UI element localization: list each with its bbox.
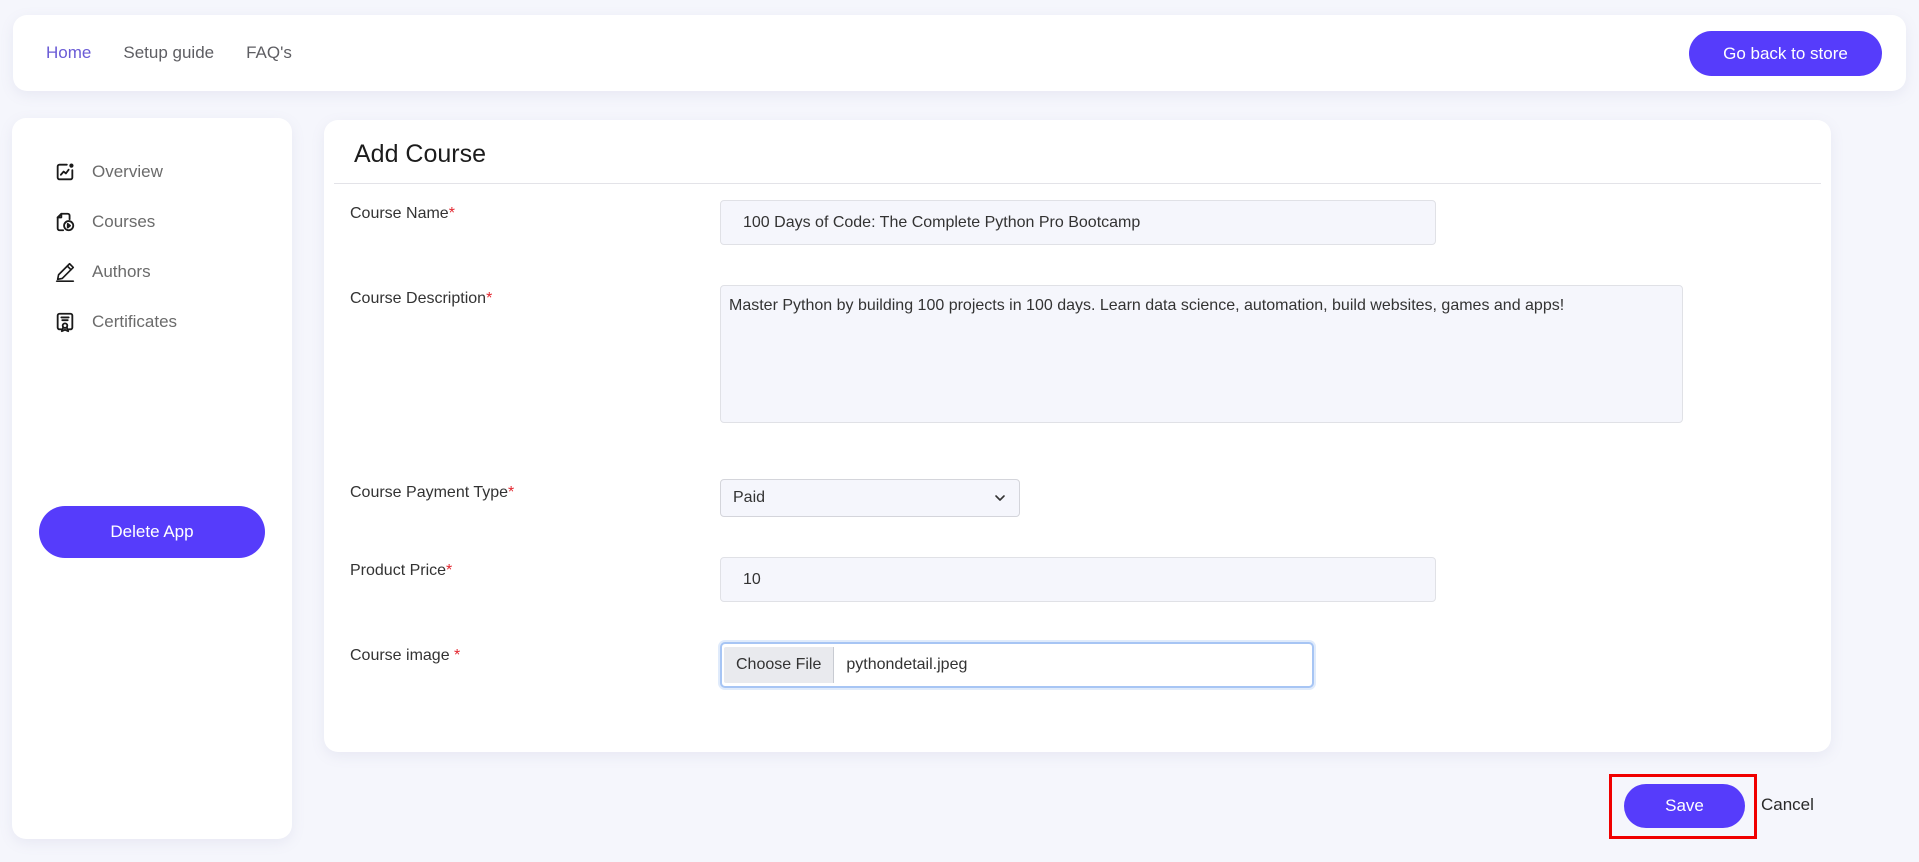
course-file-play-icon xyxy=(56,212,75,232)
sidebar-item-label: Courses xyxy=(92,212,156,231)
required-mark: * xyxy=(454,647,461,664)
selected-file-name: pythondetail.jpeg xyxy=(846,656,968,673)
payment-type-select[interactable]: Paid xyxy=(720,479,1020,517)
save-button[interactable]: Save xyxy=(1624,784,1745,828)
required-mark: * xyxy=(508,484,515,501)
pencil-icon xyxy=(55,262,75,282)
course-image-file-input[interactable]: Choose File pythondetail.jpeg xyxy=(720,642,1314,688)
choose-file-button[interactable]: Choose File xyxy=(724,647,835,683)
sidebar-item-label: Authors xyxy=(92,262,151,281)
required-mark: * xyxy=(486,290,493,307)
sidebar-item-label: Overview xyxy=(92,162,163,181)
delete-app-button[interactable]: Delete App xyxy=(39,506,265,558)
top-nav-bar: Home Setup guide FAQ's Go back to store xyxy=(13,15,1906,91)
go-back-to-store-button[interactable]: Go back to store xyxy=(1689,31,1882,76)
sidebar-item-label: Certificates xyxy=(92,312,178,331)
title-divider xyxy=(334,183,1821,184)
chart-square-icon xyxy=(56,163,74,181)
sidebar-item-overview[interactable]: Overview xyxy=(54,157,163,187)
page-title: Add Course xyxy=(354,140,487,168)
course-description-label: Course Description* xyxy=(350,290,493,307)
required-mark: * xyxy=(448,205,455,222)
certificate-icon xyxy=(56,312,74,333)
add-course-card: Add Course Course Name* 100 Days of Code… xyxy=(324,120,1831,752)
chevron-down-icon xyxy=(995,495,1005,501)
sidebar: Overview Courses Authors Certificates De… xyxy=(12,118,292,839)
cancel-button[interactable]: Cancel xyxy=(1761,795,1814,815)
required-mark: * xyxy=(446,562,453,579)
payment-type-label: Course Payment Type* xyxy=(350,484,515,501)
course-image-label: Course image * xyxy=(350,647,461,664)
nav-link-setup-guide[interactable]: Setup guide xyxy=(123,43,214,63)
product-price-input[interactable]: 10 xyxy=(720,557,1436,602)
course-name-input[interactable]: 100 Days of Code: The Complete Python Pr… xyxy=(720,200,1436,245)
course-name-label: Course Name* xyxy=(350,205,455,222)
nav-link-faqs[interactable]: FAQ's xyxy=(246,43,292,63)
nav-link-home[interactable]: Home xyxy=(46,43,91,63)
course-description-textarea[interactable]: Master Python by building 100 projects i… xyxy=(720,285,1683,423)
sidebar-item-courses[interactable]: Courses xyxy=(54,207,155,237)
sidebar-item-authors[interactable]: Authors xyxy=(54,257,151,287)
product-price-label: Product Price* xyxy=(350,562,453,579)
sidebar-item-certificates[interactable]: Certificates xyxy=(54,307,177,337)
